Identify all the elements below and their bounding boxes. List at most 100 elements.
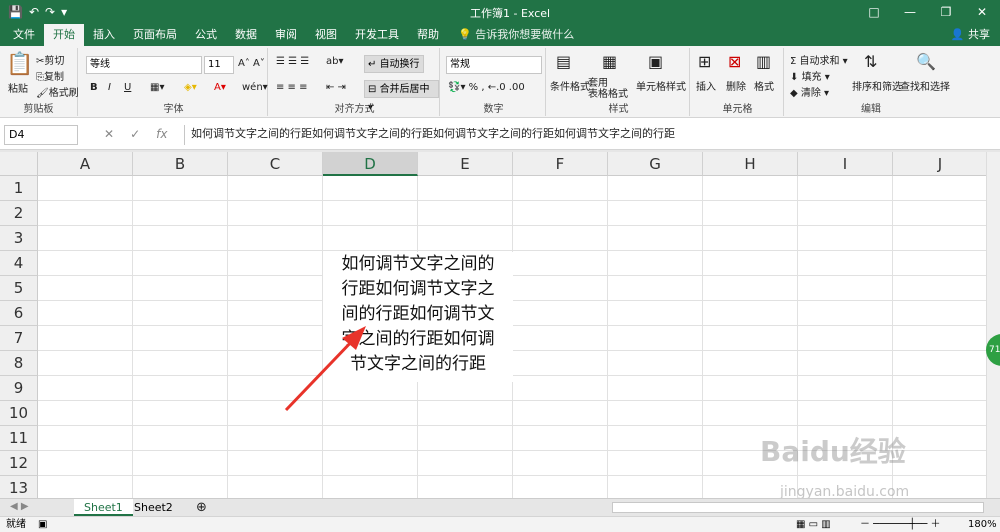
conditional-format-button[interactable]: 条件格式 [550,78,590,93]
save-icon[interactable]: 💾 [8,5,23,19]
row-header-6[interactable]: 6 [0,301,38,326]
font-size-select[interactable]: 11 [204,56,234,74]
copy-button[interactable]: ⎘复制 [36,68,64,83]
column-header-a[interactable]: A [38,152,133,176]
tab-insert[interactable]: 插入 [84,24,124,46]
lightbulb-icon: 💡 [458,28,476,41]
sheet-tab-2[interactable]: Sheet2 [124,499,183,516]
column-header-h[interactable]: H [703,152,798,176]
customize-icon[interactable]: ▾ [61,5,67,19]
bold-button[interactable]: B [90,82,98,93]
top-align-icon[interactable]: ☰ ☰ ☰ [276,56,309,67]
borders-icon[interactable]: ▦▾ [150,82,164,93]
sort-filter-button[interactable]: 排序和筛选 [852,78,902,93]
autosum-button[interactable]: Σ 自动求和 ▾ [790,52,848,67]
tab-view[interactable]: 视图 [306,24,346,46]
tab-home[interactable]: 开始 [44,24,84,46]
add-sheet-icon[interactable]: ⊕ [196,500,207,515]
column-header-d[interactable]: D [323,152,418,176]
merge-center-button[interactable]: ⊟ 合并后居中 ▾ [364,80,439,113]
row-header-13[interactable]: 13 [0,476,38,498]
tab-data[interactable]: 数据 [226,24,266,46]
zoom-slider[interactable]: － ──────┼── ＋ [860,517,941,532]
column-header-b[interactable]: B [133,152,228,176]
column-header-j[interactable]: J [893,152,986,176]
cut-button[interactable]: ✂剪切 [36,52,64,67]
cancel-icon[interactable]: ✕ [104,127,114,141]
fill-button[interactable]: ⬇ 填充 ▾ [790,68,830,83]
font-color-icon[interactable]: A▾ [214,82,226,93]
column-header-e[interactable]: E [418,152,513,176]
zoom-level[interactable]: 180% [968,517,997,532]
tab-file[interactable]: 文件 [4,24,44,46]
column-header-i[interactable]: I [798,152,893,176]
row-header-2[interactable]: 2 [0,201,38,226]
minimize-button[interactable]: — [892,0,928,24]
format-as-table-button[interactable]: 套用 表格格式 [588,78,628,100]
column-header-c[interactable]: C [228,152,323,176]
row-header-11[interactable]: 11 [0,426,38,451]
close-button[interactable]: ✕ [964,0,1000,24]
fill-color-icon[interactable]: ◈▾ [184,82,197,93]
vertical-scrollbar[interactable] [986,152,1000,498]
cell-d4-content[interactable]: 如何调节文字之间的 行距如何调节文字之 间的行距如何调节文 字之间的行距如何调 … [323,252,513,382]
cell-styles-button[interactable]: 单元格样式 [636,78,686,93]
paste-button[interactable]: 粘贴 [8,80,28,95]
clear-button[interactable]: ◆ 清除 ▾ [790,84,829,99]
orientation-icon[interactable]: ab▾ [326,56,344,67]
tab-page-layout[interactable]: 页面布局 [124,24,186,46]
column-header-f[interactable]: F [513,152,608,176]
row-header-1[interactable]: 1 [0,176,38,201]
undo-icon[interactable]: ↶ [29,5,39,19]
number-group: 常规 💱▾ % , ←.0 .00 数字 [442,48,546,116]
format-button[interactable]: 格式 [754,78,774,93]
font-name-select[interactable]: 等线 [86,56,202,74]
name-box[interactable]: D4 [4,125,78,145]
underline-button[interactable]: U [124,82,131,93]
row-header-12[interactable]: 12 [0,451,38,476]
row-header-9[interactable]: 9 [0,376,38,401]
conditional-format-icon: ▤ [556,52,572,71]
delete-button[interactable]: 删除 [726,78,746,93]
editing-group: Σ 自动求和 ▾ ⬇ 填充 ▾ ◆ 清除 ▾ ⇅ 排序和筛选 🔍 查找和选择 编… [786,48,956,116]
macro-record-icon[interactable]: ▣ [38,517,47,532]
horizontal-scrollbar[interactable] [612,502,984,513]
column-header-g[interactable]: G [608,152,703,176]
number-format-select[interactable]: 常规 [446,56,542,74]
tab-developer[interactable]: 开发工具 [346,24,408,46]
tab-help[interactable]: 帮助 [408,24,448,46]
align-left-icon[interactable]: ≡ ≡ ≡ [276,82,308,93]
fx-icon[interactable]: fx [156,127,167,141]
find-select-button[interactable]: 查找和选择 [900,78,950,93]
phonetic-icon[interactable]: wén▾ [242,82,268,93]
row-header-4[interactable]: 4 [0,251,38,276]
currency-icon[interactable]: 💱▾ % , ←.0 .00 [448,82,525,93]
wrap-text-button[interactable]: ↵ 自动换行 [364,55,424,73]
merge-icon: ⊟ [368,84,380,95]
clipboard-group: 📋 粘贴 ✂剪切 ⎘复制 🖌格式刷 剪贴板 [0,48,79,116]
formula-input[interactable]: 如何调节文字之间的行距如何调节文字之间的行距如何调节文字之间的行距如何调节文字之… [184,125,984,145]
italic-button[interactable]: I [108,82,111,93]
enter-icon[interactable]: ✓ [130,127,140,141]
tab-review[interactable]: 审阅 [266,24,306,46]
row-header-3[interactable]: 3 [0,226,38,251]
sheet-nav-icon[interactable]: ◀ ▶ [10,501,29,512]
redo-icon[interactable]: ↷ [45,5,55,19]
paste-icon[interactable]: 📋 [6,52,33,77]
tab-formulas[interactable]: 公式 [186,24,226,46]
row-header-5[interactable]: 5 [0,276,38,301]
view-buttons[interactable]: ▦ ▭ ▥ [796,517,831,532]
select-all-corner[interactable] [0,152,38,176]
insert-button[interactable]: 插入 [696,78,716,93]
restore-button[interactable]: ❐ [928,0,964,24]
share-button[interactable]: 👤 共享 [951,24,990,46]
ribbon-display-button[interactable]: □ [856,0,892,24]
format-painter-button[interactable]: 🖌格式刷 [36,84,79,99]
indent-icon[interactable]: ⇤ ⇥ [326,82,346,93]
tell-me-search[interactable]: 💡 告诉我你想要做什么 [458,24,574,46]
row-header-8[interactable]: 8 [0,351,38,376]
row-header-10[interactable]: 10 [0,401,38,426]
watermark-logo: Baidu经验 [760,435,906,468]
row-header-7[interactable]: 7 [0,326,38,351]
font-grow-icon[interactable]: A˄ A˅ [238,58,265,69]
